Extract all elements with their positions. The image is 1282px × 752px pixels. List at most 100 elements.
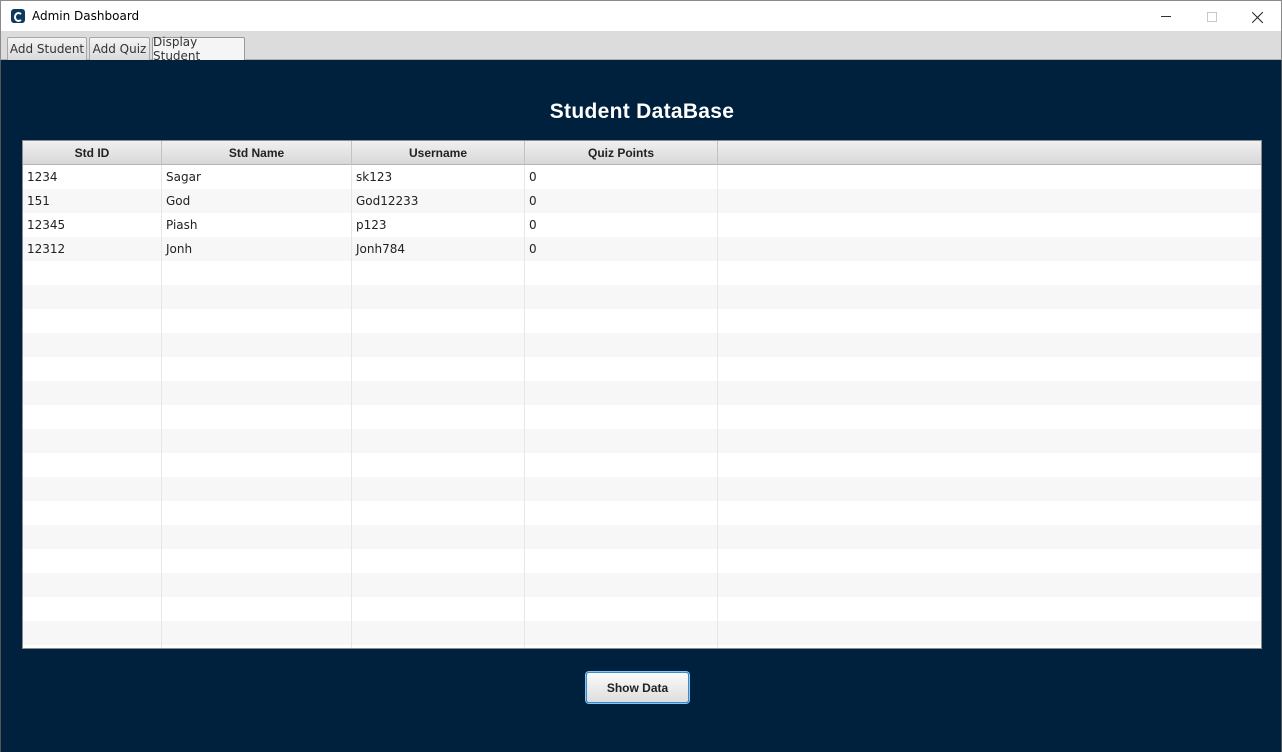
table-cell (525, 525, 718, 549)
column-header-filler (718, 141, 1261, 165)
table-row[interactable] (23, 285, 1261, 309)
table-cell (352, 357, 525, 381)
table-row[interactable] (23, 549, 1261, 573)
tab-display-student[interactable]: Display Student (152, 35, 245, 63)
table-row[interactable] (23, 309, 1261, 333)
table-cell (352, 405, 525, 429)
title-bar: Admin Dashboard (0, 0, 1282, 31)
table-row[interactable] (23, 501, 1261, 525)
maximize-button[interactable] (1189, 1, 1235, 32)
table-cell (525, 333, 718, 357)
table-cell (352, 261, 525, 285)
table-cell: Jonh784 (352, 237, 525, 261)
table-row[interactable] (23, 477, 1261, 501)
column-header-std-id[interactable]: Std ID (23, 141, 162, 165)
table-cell (162, 261, 352, 285)
table-cell (162, 573, 352, 597)
page-title: Student DataBase (549, 100, 735, 123)
table-row[interactable] (23, 405, 1261, 429)
table-cell (718, 165, 1261, 189)
table-row[interactable]: 12312 Jonh Jonh784 0 (23, 237, 1261, 261)
table-cell: 12312 (23, 237, 162, 261)
table-cell: 0 (525, 189, 718, 213)
table-cell: 151 (23, 189, 162, 213)
column-header-std-name[interactable]: Std Name (162, 141, 352, 165)
table-cell: 0 (525, 213, 718, 237)
table-row[interactable] (23, 621, 1261, 645)
table-cell (718, 645, 1261, 648)
table-cell: 1234 (23, 165, 162, 189)
table-cell (718, 333, 1261, 357)
table-cell (352, 285, 525, 309)
table-cell (718, 501, 1261, 525)
table-cell (352, 549, 525, 573)
table-cell (23, 429, 162, 453)
table-cell (525, 453, 718, 477)
table-cell (23, 477, 162, 501)
minimize-button[interactable] (1143, 1, 1189, 32)
table-cell (525, 573, 718, 597)
table-cell (525, 261, 718, 285)
table-cell (23, 285, 162, 309)
table-cell (718, 621, 1261, 645)
table-cell (352, 645, 525, 648)
table-cell (525, 645, 718, 648)
table-cell (162, 405, 352, 429)
table-cell (23, 453, 162, 477)
table-row[interactable] (23, 333, 1261, 357)
table-cell (23, 573, 162, 597)
table-row[interactable] (23, 261, 1261, 285)
table-cell (162, 333, 352, 357)
table-cell (162, 621, 352, 645)
table-cell (525, 429, 718, 453)
table-cell: Jonh (162, 237, 352, 261)
main-panel: Student DataBase Std ID Std Name Usernam… (0, 60, 1282, 752)
table-row[interactable] (23, 429, 1261, 453)
column-header-username[interactable]: Username (352, 141, 525, 165)
table-cell (352, 381, 525, 405)
table-row[interactable] (23, 645, 1261, 648)
tab-add-student[interactable]: Add Student (7, 37, 87, 60)
column-header-quiz-points[interactable]: Quiz Points (525, 141, 718, 165)
table-cell (162, 525, 352, 549)
table-cell (162, 549, 352, 573)
table-row[interactable] (23, 381, 1261, 405)
tab-add-quiz[interactable]: Add Quiz (89, 37, 150, 60)
table-cell (352, 333, 525, 357)
table-cell (162, 285, 352, 309)
table-cell (352, 477, 525, 501)
table-cell (352, 597, 525, 621)
table-cell: 0 (525, 165, 718, 189)
table-cell (525, 477, 718, 501)
table-row[interactable] (23, 573, 1261, 597)
table-cell: God12233 (352, 189, 525, 213)
table-row[interactable]: 12345 Piash p123 0 (23, 213, 1261, 237)
table-cell (718, 525, 1261, 549)
table-cell (23, 381, 162, 405)
table-cell (718, 237, 1261, 261)
table-cell (352, 501, 525, 525)
table-cell (23, 525, 162, 549)
table-row[interactable] (23, 453, 1261, 477)
table-row[interactable]: 151 God God12233 0 (23, 189, 1261, 213)
table-cell (352, 621, 525, 645)
table-cell (718, 357, 1261, 381)
table-cell (718, 285, 1261, 309)
table-row[interactable] (23, 357, 1261, 381)
close-button[interactable] (1235, 1, 1281, 32)
table-cell: p123 (352, 213, 525, 237)
table-row[interactable]: 1234 Sagar sk123 0 (23, 165, 1261, 189)
student-table[interactable]: Std ID Std Name Username Quiz Points 123… (22, 140, 1262, 649)
table-cell: 0 (525, 237, 718, 261)
show-data-button[interactable]: Show Data (586, 672, 689, 703)
minimize-icon (1161, 16, 1171, 17)
table-cell (525, 405, 718, 429)
table-cell (525, 501, 718, 525)
table-cell (23, 309, 162, 333)
table-cell (352, 429, 525, 453)
table-row[interactable] (23, 597, 1261, 621)
table-row[interactable] (23, 525, 1261, 549)
table-cell (718, 381, 1261, 405)
table-cell (23, 549, 162, 573)
table-cell (718, 549, 1261, 573)
